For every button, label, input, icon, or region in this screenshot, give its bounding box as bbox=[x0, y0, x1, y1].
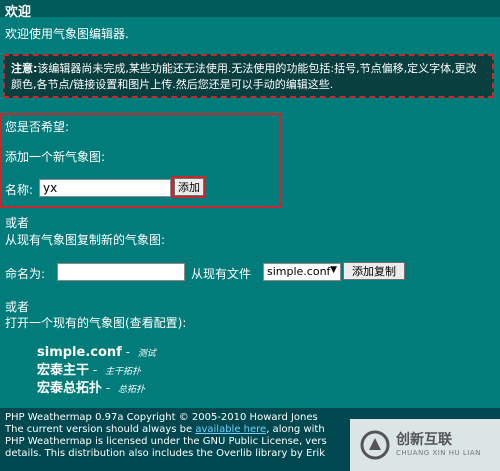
chevron-down-icon: ▼ bbox=[330, 265, 337, 275]
add-new-heading: 添加一个新气象图: bbox=[5, 150, 106, 164]
watermark-en: CHUANG XIN HU LIAN bbox=[396, 449, 481, 457]
add-button[interactable]: 添加 bbox=[174, 178, 204, 196]
selected-file: simple.conf bbox=[267, 265, 331, 278]
copy-heading: 从现有气象图复制新的气象图: bbox=[5, 233, 166, 247]
list-item: 宏泰总拓扑 - 总拓扑 bbox=[37, 380, 156, 398]
map-list: simple.conf - 测试 宏泰主干 - 主干拓扑 宏泰总拓扑 - 总拓扑 bbox=[37, 344, 156, 398]
map-link[interactable]: 宏泰主干 bbox=[37, 363, 89, 378]
footer-line-2-post: , along with bbox=[266, 424, 325, 435]
list-item: 宏泰主干 - 主干拓扑 bbox=[37, 362, 156, 380]
title-bar bbox=[0, 0, 500, 17]
available-here-link[interactable]: available here bbox=[195, 424, 266, 435]
map-separator: - bbox=[102, 381, 114, 395]
from-file-label: 从现有文件 bbox=[191, 267, 252, 281]
map-separator: - bbox=[89, 363, 101, 377]
list-item: simple.conf - 测试 bbox=[37, 344, 156, 362]
add-copy-button[interactable]: 添加复制 bbox=[343, 262, 405, 280]
map-description: 测试 bbox=[137, 349, 156, 359]
source-file-select[interactable]: simple.conf ▼ bbox=[263, 263, 341, 281]
name-label: 名称: bbox=[5, 183, 34, 197]
wish-label: 您是否希望: bbox=[5, 120, 70, 134]
new-map-name-input[interactable] bbox=[39, 179, 171, 197]
map-link[interactable]: 宏泰总拓扑 bbox=[37, 381, 102, 396]
copy-name-label: 命名为: bbox=[5, 267, 46, 281]
or-label-2: 或者 bbox=[5, 300, 30, 314]
welcome-text: 欢迎使用气象图编辑器. bbox=[5, 27, 129, 41]
notice-box: 注意:该编辑器尚未完成,某些功能还无法使用.无法使用的功能包括:括号,节点偏移,… bbox=[3, 54, 494, 98]
footer-line-2-pre: The current version should always be bbox=[5, 424, 196, 435]
open-heading: 打开一个现有的气象图(查看配置): bbox=[5, 316, 187, 330]
map-description: 总拓扑 bbox=[117, 385, 145, 395]
map-separator: - bbox=[121, 345, 134, 359]
notice-text: 该编辑器尚未完成,某些功能还无法使用.无法使用的功能包括:括号,节点偏移,定义字… bbox=[11, 62, 477, 91]
map-description: 主干拓扑 bbox=[104, 367, 141, 377]
brand-logo-icon bbox=[360, 430, 390, 460]
notice-label: 注意: bbox=[11, 62, 38, 75]
map-link[interactable]: simple.conf bbox=[37, 345, 122, 360]
watermark: 创新互联 CHUANG XIN HU LIAN bbox=[350, 419, 500, 471]
or-label-1: 或者 bbox=[5, 216, 30, 230]
watermark-cn: 创新互联 bbox=[396, 432, 452, 448]
page-title: 欢迎 bbox=[5, 5, 32, 20]
copy-name-input[interactable] bbox=[57, 263, 185, 281]
